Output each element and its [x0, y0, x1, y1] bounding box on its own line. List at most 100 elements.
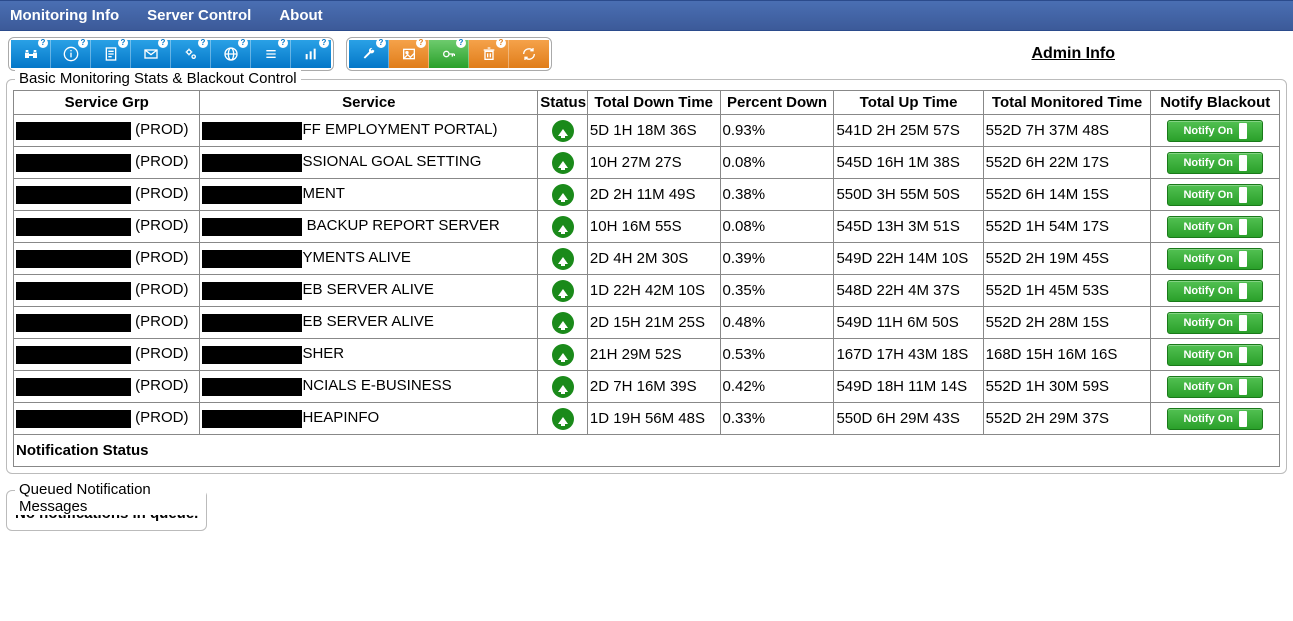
status-up-icon [552, 248, 574, 270]
tb-info-button[interactable]: ? [51, 40, 91, 68]
notify-toggle[interactable]: Notify On [1167, 248, 1263, 270]
notify-toggle[interactable]: Notify On [1167, 312, 1263, 334]
service-suffix: MENT [302, 185, 345, 202]
redacted-text [202, 378, 302, 396]
help-badge-icon: ? [376, 38, 386, 48]
gears-icon [183, 46, 199, 62]
cell-total-monitored: 552D 6H 14M 15S [983, 179, 1151, 211]
help-badge-icon: ? [238, 38, 248, 48]
cell-notify: Notify On [1151, 371, 1280, 403]
cell-service: FF EMPLOYMENT PORTAL) [200, 115, 538, 147]
status-up-icon [552, 408, 574, 430]
tb-globe-button[interactable]: ? [211, 40, 251, 68]
redacted-text [202, 314, 302, 332]
notify-toggle[interactable]: Notify On [1167, 344, 1263, 366]
admin-info-link[interactable]: Admin Info [1031, 45, 1115, 63]
queue-panel: Queued Notification Messages No notifica… [6, 490, 207, 531]
grp-suffix: (PROD) [131, 409, 189, 426]
cell-total-down: 2D 7H 16M 39S [587, 371, 720, 403]
redacted-text [202, 410, 302, 428]
toggle-handle [1239, 411, 1247, 427]
cell-total-down: 10H 16M 55S [587, 211, 720, 243]
cell-notify: Notify On [1151, 339, 1280, 371]
tb-image-button[interactable]: ? [389, 40, 429, 68]
redacted-text [16, 218, 131, 236]
notify-toggle[interactable]: Notify On [1167, 216, 1263, 238]
notify-toggle[interactable]: Notify On [1167, 408, 1263, 430]
tb-wrench-button[interactable]: ? [349, 40, 389, 68]
refresh-icon [521, 46, 537, 62]
tb-chart-button[interactable]: ? [291, 40, 331, 68]
menu-monitoring-info[interactable]: Monitoring Info [10, 7, 119, 24]
tb-trash-button[interactable]: ? [469, 40, 509, 68]
notify-label: Notify On [1183, 125, 1233, 137]
cell-percent-down: 0.38% [720, 179, 834, 211]
tb-mail-button[interactable]: ? [131, 40, 171, 68]
menu-about[interactable]: About [279, 7, 322, 24]
notify-label: Notify On [1183, 285, 1233, 297]
tb-refresh-button[interactable] [509, 40, 549, 68]
status-up-icon [552, 152, 574, 174]
table-row: (PROD) BACKUP REPORT SERVER10H 16M 55S0.… [14, 211, 1280, 243]
help-badge-icon: ? [319, 38, 329, 48]
tb-document-button[interactable]: ? [91, 40, 131, 68]
panel-title: Basic Monitoring Stats & Blackout Contro… [15, 70, 301, 87]
notify-toggle[interactable]: Notify On [1167, 376, 1263, 398]
cell-total-down: 2D 15H 21M 25S [587, 307, 720, 339]
tb-binoculars-button[interactable]: ? [11, 40, 51, 68]
cell-service: EB SERVER ALIVE [200, 275, 538, 307]
col-total-up: Total Up Time [834, 91, 983, 115]
cell-total-down: 2D 4H 2M 30S [587, 243, 720, 275]
help-badge-icon: ? [278, 38, 288, 48]
redacted-text [16, 154, 131, 172]
table-row: (PROD)SHER21H 29M 52S0.53%167D 17H 43M 1… [14, 339, 1280, 371]
notify-toggle[interactable]: Notify On [1167, 152, 1263, 174]
cell-total-monitored: 552D 1H 54M 17S [983, 211, 1151, 243]
cell-status [538, 275, 588, 307]
tb-gears-button[interactable]: ? [171, 40, 211, 68]
notify-toggle[interactable]: Notify On [1167, 120, 1263, 142]
cell-total-monitored: 552D 7H 37M 48S [983, 115, 1151, 147]
image-icon [401, 46, 417, 62]
tb-list-button[interactable]: ? [251, 40, 291, 68]
cell-notify: Notify On [1151, 147, 1280, 179]
notify-label: Notify On [1183, 157, 1233, 169]
service-suffix: NCIALS E-BUSINESS [302, 377, 451, 394]
grp-suffix: (PROD) [131, 153, 189, 170]
cell-total-down: 1D 22H 42M 10S [587, 275, 720, 307]
cell-total-up: 545D 16H 1M 38S [834, 147, 983, 179]
cell-total-up: 550D 3H 55M 50S [834, 179, 983, 211]
help-badge-icon: ? [38, 38, 48, 48]
cell-status [538, 307, 588, 339]
redacted-text [202, 250, 302, 268]
cell-service: MENT [200, 179, 538, 211]
binoculars-icon [23, 46, 39, 62]
notify-toggle[interactable]: Notify On [1167, 280, 1263, 302]
list-icon [263, 46, 279, 62]
status-up-icon [552, 312, 574, 334]
cell-percent-down: 0.53% [720, 339, 834, 371]
notify-toggle[interactable]: Notify On [1167, 184, 1263, 206]
cell-service: BACKUP REPORT SERVER [200, 211, 538, 243]
cell-total-monitored: 552D 2H 28M 15S [983, 307, 1151, 339]
cell-notify: Notify On [1151, 243, 1280, 275]
bar-chart-icon [303, 46, 319, 62]
tb-key-button[interactable]: ? [429, 40, 469, 68]
cell-total-down: 2D 2H 11M 49S [587, 179, 720, 211]
menu-server-control[interactable]: Server Control [147, 7, 251, 24]
toggle-handle [1239, 347, 1247, 363]
table-row: (PROD)MENT2D 2H 11M 49S0.38%550D 3H 55M … [14, 179, 1280, 211]
col-service: Service [200, 91, 538, 115]
toggle-handle [1239, 219, 1247, 235]
col-total-down: Total Down Time [587, 91, 720, 115]
table-row: (PROD)YMENTS ALIVE2D 4H 2M 30S0.39%549D … [14, 243, 1280, 275]
cell-total-up: 549D 11H 6M 50S [834, 307, 983, 339]
status-up-icon [552, 184, 574, 206]
cell-percent-down: 0.39% [720, 243, 834, 275]
status-up-icon [552, 344, 574, 366]
cell-service-grp: (PROD) [14, 147, 200, 179]
cell-status [538, 147, 588, 179]
cell-service: HEAPINFO [200, 403, 538, 435]
info-icon [63, 46, 79, 62]
cell-status [538, 179, 588, 211]
